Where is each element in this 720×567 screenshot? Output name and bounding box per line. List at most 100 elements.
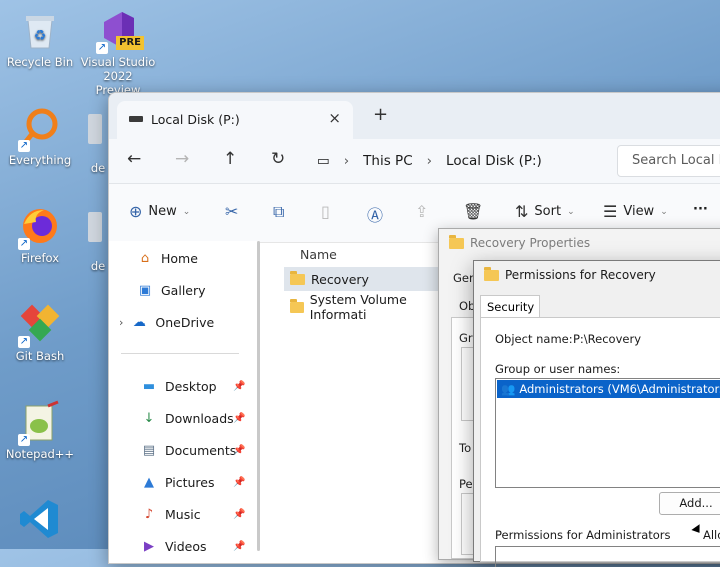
video-icon: ▶ xyxy=(144,538,154,554)
up-button[interactable]: ↑ xyxy=(223,149,237,169)
desktop-icon-notepad-plus-plus[interactable]: ↗ Notepad++ xyxy=(2,400,78,461)
rename-button[interactable]: Ⓐ xyxy=(367,202,389,226)
column-header-name[interactable]: Name xyxy=(300,247,337,262)
search-input[interactable]: Search Local D xyxy=(617,145,720,177)
back-button[interactable]: ← xyxy=(127,149,141,169)
view-button[interactable]: ☰ View ⌄ xyxy=(603,202,668,221)
more-options-button[interactable]: ··· xyxy=(693,202,708,217)
group-list[interactable]: 👥 Administrators (VM6\Administrators) xyxy=(495,378,720,488)
sidebar-item-downloads[interactable]: ↓ Downloads xyxy=(141,405,234,431)
desktop-icon-label: Recycle Bin xyxy=(6,55,74,69)
pin-icon[interactable]: 📌 xyxy=(233,381,245,392)
cut-button[interactable]: ✂ xyxy=(225,202,244,221)
share-icon: ⇪ xyxy=(415,202,429,221)
shortcut-arrow-icon: ↗ xyxy=(18,336,30,348)
music-icon: ♪ xyxy=(144,506,154,522)
desktop-icon-label: Firefox xyxy=(20,251,60,265)
sidebar-item-videos[interactable]: ▶ Videos xyxy=(141,533,207,559)
edit-label: To xyxy=(459,441,472,455)
desktop-icon-visual-studio[interactable]: PRE ↗ Visual Studio 2022 Preview xyxy=(80,8,156,97)
security-panel: Object name: P:\Recovery Group or user n… xyxy=(480,317,720,567)
dialog-title: Recovery Properties xyxy=(470,236,591,250)
chevron-down-icon: ⌄ xyxy=(567,206,575,217)
sidebar-item-home[interactable]: ⌂ Home xyxy=(137,245,198,271)
share-button[interactable]: ⇪ xyxy=(415,202,434,221)
add-button[interactable]: Add... xyxy=(659,492,720,515)
sidebar-item-desktop[interactable]: ▬ Desktop xyxy=(141,373,217,399)
new-button[interactable]: ⊕ New ⌄ xyxy=(129,202,190,221)
recycle-bin-icon: ♻ xyxy=(18,8,62,52)
desktop-icon-git-bash[interactable]: ↗ Git Bash xyxy=(2,302,78,363)
folder-icon xyxy=(290,298,304,313)
svg-text:♻: ♻ xyxy=(34,28,47,44)
desktop-icon-label: Notepad++ xyxy=(5,447,75,461)
sidebar-item-gallery[interactable]: ▣ Gallery xyxy=(137,277,206,303)
sidebar-item-pictures[interactable]: ▲ Pictures xyxy=(141,469,215,495)
preview-badge: PRE xyxy=(116,36,144,50)
paste-button[interactable]: ▯ xyxy=(321,202,336,221)
tab-title: Local Disk (P:) xyxy=(151,112,240,127)
shortcut-arrow-icon: ↗ xyxy=(18,238,30,250)
sort-button[interactable]: ⇅ Sort ⌄ xyxy=(515,202,575,221)
desktop-icon-vscode[interactable] xyxy=(2,496,78,543)
folder-icon xyxy=(449,234,464,249)
sidebar-item-music[interactable]: ♪ Music xyxy=(141,501,201,527)
desktop-icon-firefox[interactable]: ↗ Firefox xyxy=(2,204,78,265)
list-item[interactable]: Recovery xyxy=(284,267,454,291)
pin-icon[interactable]: 📌 xyxy=(233,477,245,488)
sidebar-item-label: Desktop xyxy=(165,378,217,394)
delete-button[interactable]: 🗑 xyxy=(463,202,489,221)
clipboard-icon: ▯ xyxy=(321,202,330,221)
desktop-icon-recycle-bin[interactable]: ♻ Recycle Bin xyxy=(2,8,78,69)
dialog-title-bar: Permissions for Recovery xyxy=(482,266,656,282)
sidebar-item-label: Gallery xyxy=(161,282,206,298)
desktop-icon-label: Everything xyxy=(8,153,72,167)
pin-icon[interactable]: 📌 xyxy=(233,509,245,520)
sidebar-divider xyxy=(121,353,239,354)
new-button-label: New xyxy=(148,204,177,219)
new-tab-button[interactable]: + xyxy=(373,104,388,125)
sort-button-label: Sort xyxy=(534,204,562,219)
folder-icon xyxy=(484,266,499,281)
sidebar-item-label: Home xyxy=(161,250,198,266)
tab-security[interactable]: Security xyxy=(480,295,540,318)
list-item[interactable]: 👥 Administrators (VM6\Administrators) xyxy=(497,380,720,398)
breadcrumb-this-pc[interactable]: This PC xyxy=(363,153,412,169)
refresh-button[interactable]: ↻ xyxy=(271,149,285,169)
group-label: Group or user names: xyxy=(495,362,621,376)
breadcrumb-local-disk[interactable]: Local Disk (P:) xyxy=(446,153,542,169)
file-icon xyxy=(88,114,108,158)
sidebar-item-label: Music xyxy=(165,506,201,522)
pin-icon[interactable]: 📌 xyxy=(233,541,245,552)
tab-strip: Local Disk (P:) × + xyxy=(109,93,720,139)
sidebar-item-label: OneDrive xyxy=(155,314,215,330)
list-item[interactable]: System Volume Informati xyxy=(284,292,454,322)
drive-icon xyxy=(129,116,143,122)
copy-button[interactable]: ⧉ xyxy=(273,202,290,222)
sidebar-item-label: Downloads xyxy=(165,410,234,426)
close-tab-button[interactable]: × xyxy=(328,109,341,127)
file-icon xyxy=(88,212,108,256)
tab-local-disk[interactable]: Local Disk (P:) × xyxy=(117,101,353,139)
sidebar-item-label: Pictures xyxy=(165,474,215,490)
folder-icon xyxy=(290,270,305,285)
pin-icon[interactable]: 📌 xyxy=(233,413,245,424)
users-icon: 👥 xyxy=(501,382,516,396)
rename-icon: Ⓐ xyxy=(367,206,384,225)
desktop-icon-everything[interactable]: ↗ Everything xyxy=(2,106,78,167)
forward-button[interactable]: → xyxy=(175,149,189,169)
shortcut-arrow-icon: ↗ xyxy=(18,434,30,446)
sidebar-item-label: Documents xyxy=(165,442,237,458)
chevron-down-icon: ⌄ xyxy=(182,206,191,217)
sidebar-item-label: Videos xyxy=(165,538,207,554)
chevron-right-icon: › xyxy=(426,153,433,169)
view-button-label: View xyxy=(623,204,655,219)
sidebar-item-onedrive[interactable]: › ☁ OneDrive xyxy=(119,309,214,335)
sidebar-scrollbar[interactable] xyxy=(257,241,260,551)
notepad-plus-plus-icon: ↗ xyxy=(18,400,62,446)
permissions-label: Pe xyxy=(459,477,473,491)
permissions-list[interactable] xyxy=(495,546,720,567)
sidebar-item-documents[interactable]: ▤ Documents xyxy=(141,437,236,463)
pin-icon[interactable]: 📌 xyxy=(233,445,245,456)
permissions-dialog: Permissions for Recovery Security Object… xyxy=(473,260,720,567)
